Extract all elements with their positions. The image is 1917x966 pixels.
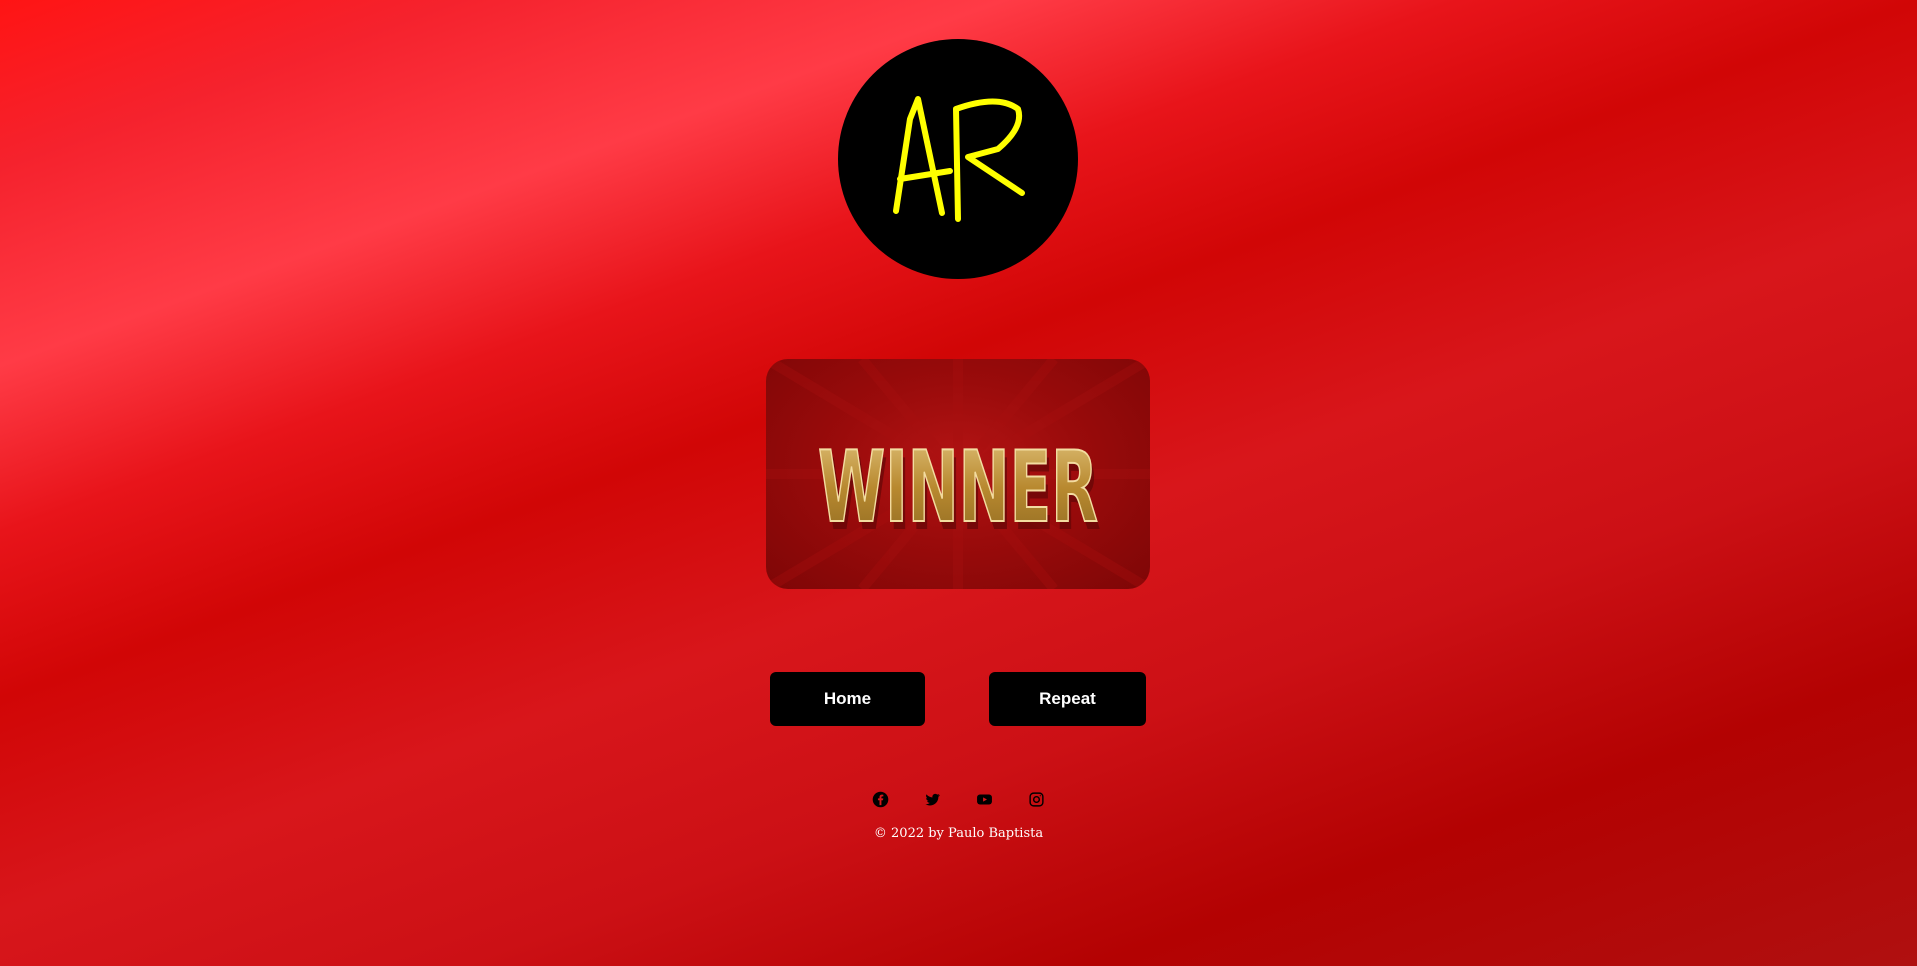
winner-text: WINNER xyxy=(818,431,1098,545)
winner-banner-image-icon: WINNER WINNER xyxy=(766,359,1150,589)
winner-banner: WINNER WINNER xyxy=(766,359,1150,589)
instagram-icon[interactable] xyxy=(1026,789,1046,809)
social-links xyxy=(870,789,1046,811)
twitter-icon[interactable] xyxy=(922,789,942,809)
ar-monogram-logo-icon xyxy=(893,96,1025,222)
home-button[interactable]: Home xyxy=(770,672,925,726)
ar-logo xyxy=(838,39,1078,279)
copyright-text: © 2022 by Paulo Baptista xyxy=(873,826,1044,841)
youtube-icon[interactable] xyxy=(974,789,994,809)
repeat-button[interactable]: Repeat xyxy=(989,672,1146,726)
facebook-icon[interactable] xyxy=(870,789,890,809)
